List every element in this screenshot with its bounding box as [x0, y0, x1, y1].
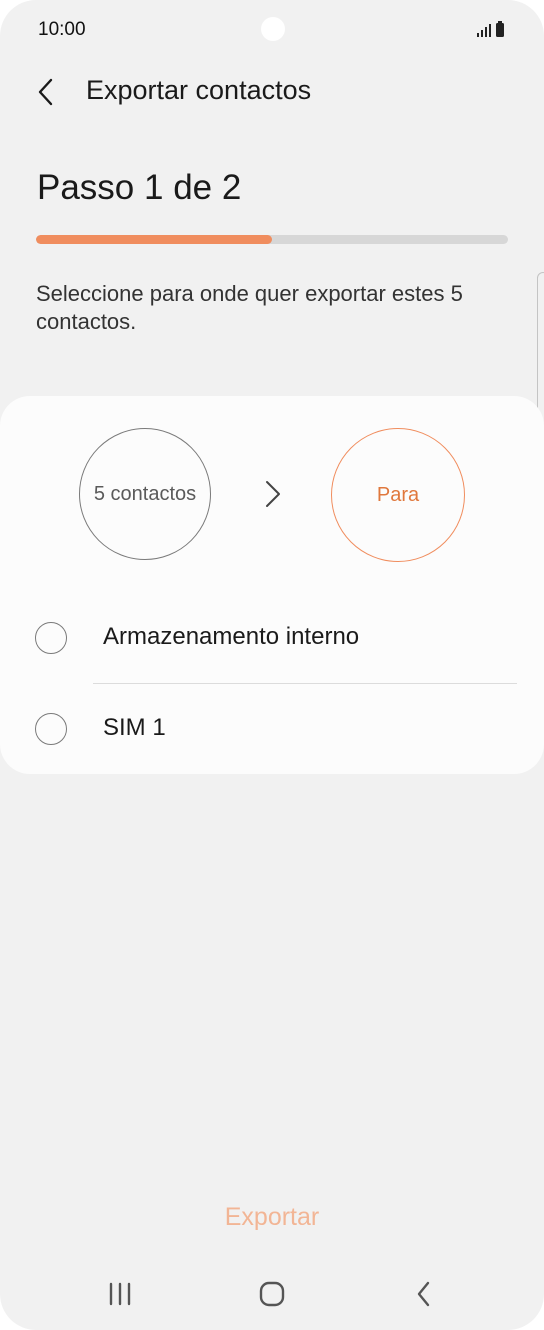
back-button[interactable] [26, 70, 66, 114]
option-label: SIM 1 [103, 714, 166, 741]
chevron-right-icon [262, 478, 284, 510]
home-button[interactable] [248, 1272, 296, 1316]
app-header: Exportar contactos [0, 60, 544, 124]
status-icons [476, 20, 506, 38]
recents-icon [109, 1282, 131, 1306]
status-bar: 10:00 [0, 0, 544, 60]
radio-sim-1[interactable] [35, 713, 67, 745]
option-sim-1[interactable]: SIM 1 [0, 684, 544, 774]
camera-cutout [261, 17, 285, 41]
instructions-text: Seleccione para onde quer exportar estes… [36, 281, 463, 334]
progress-bar [36, 235, 508, 244]
radio-internal-storage[interactable] [35, 622, 67, 654]
phone-screen: 10:00 Exportar contactos Passo 1 de 2 Se [0, 0, 544, 1330]
option-internal-storage[interactable]: Armazenamento interno [0, 594, 544, 684]
page-title: Exportar contactos [86, 75, 312, 105]
navigation-bar [0, 1258, 544, 1330]
progress-fill [36, 235, 272, 244]
home-icon [259, 1281, 285, 1307]
source-label: 5 contactos [93, 482, 197, 505]
target-label: Para [376, 483, 420, 506]
battery-icon [496, 23, 504, 37]
option-label: Armazenamento interno [103, 623, 360, 650]
export-button[interactable]: Exportar [172, 1190, 372, 1244]
back-icon [417, 1281, 430, 1307]
signal-icon [477, 21, 504, 37]
target-circle[interactable]: Para [331, 428, 465, 562]
export-options-card: 5 contactos Para Armazenamento interno S… [0, 396, 544, 774]
source-circle: 5 contactos [79, 428, 211, 560]
status-time: 10:00 [38, 19, 86, 40]
chevron-left-icon [38, 78, 53, 106]
nav-back-button[interactable] [400, 1272, 448, 1316]
recents-button[interactable] [96, 1272, 144, 1316]
step-title: Passo 1 de 2 [37, 168, 242, 207]
